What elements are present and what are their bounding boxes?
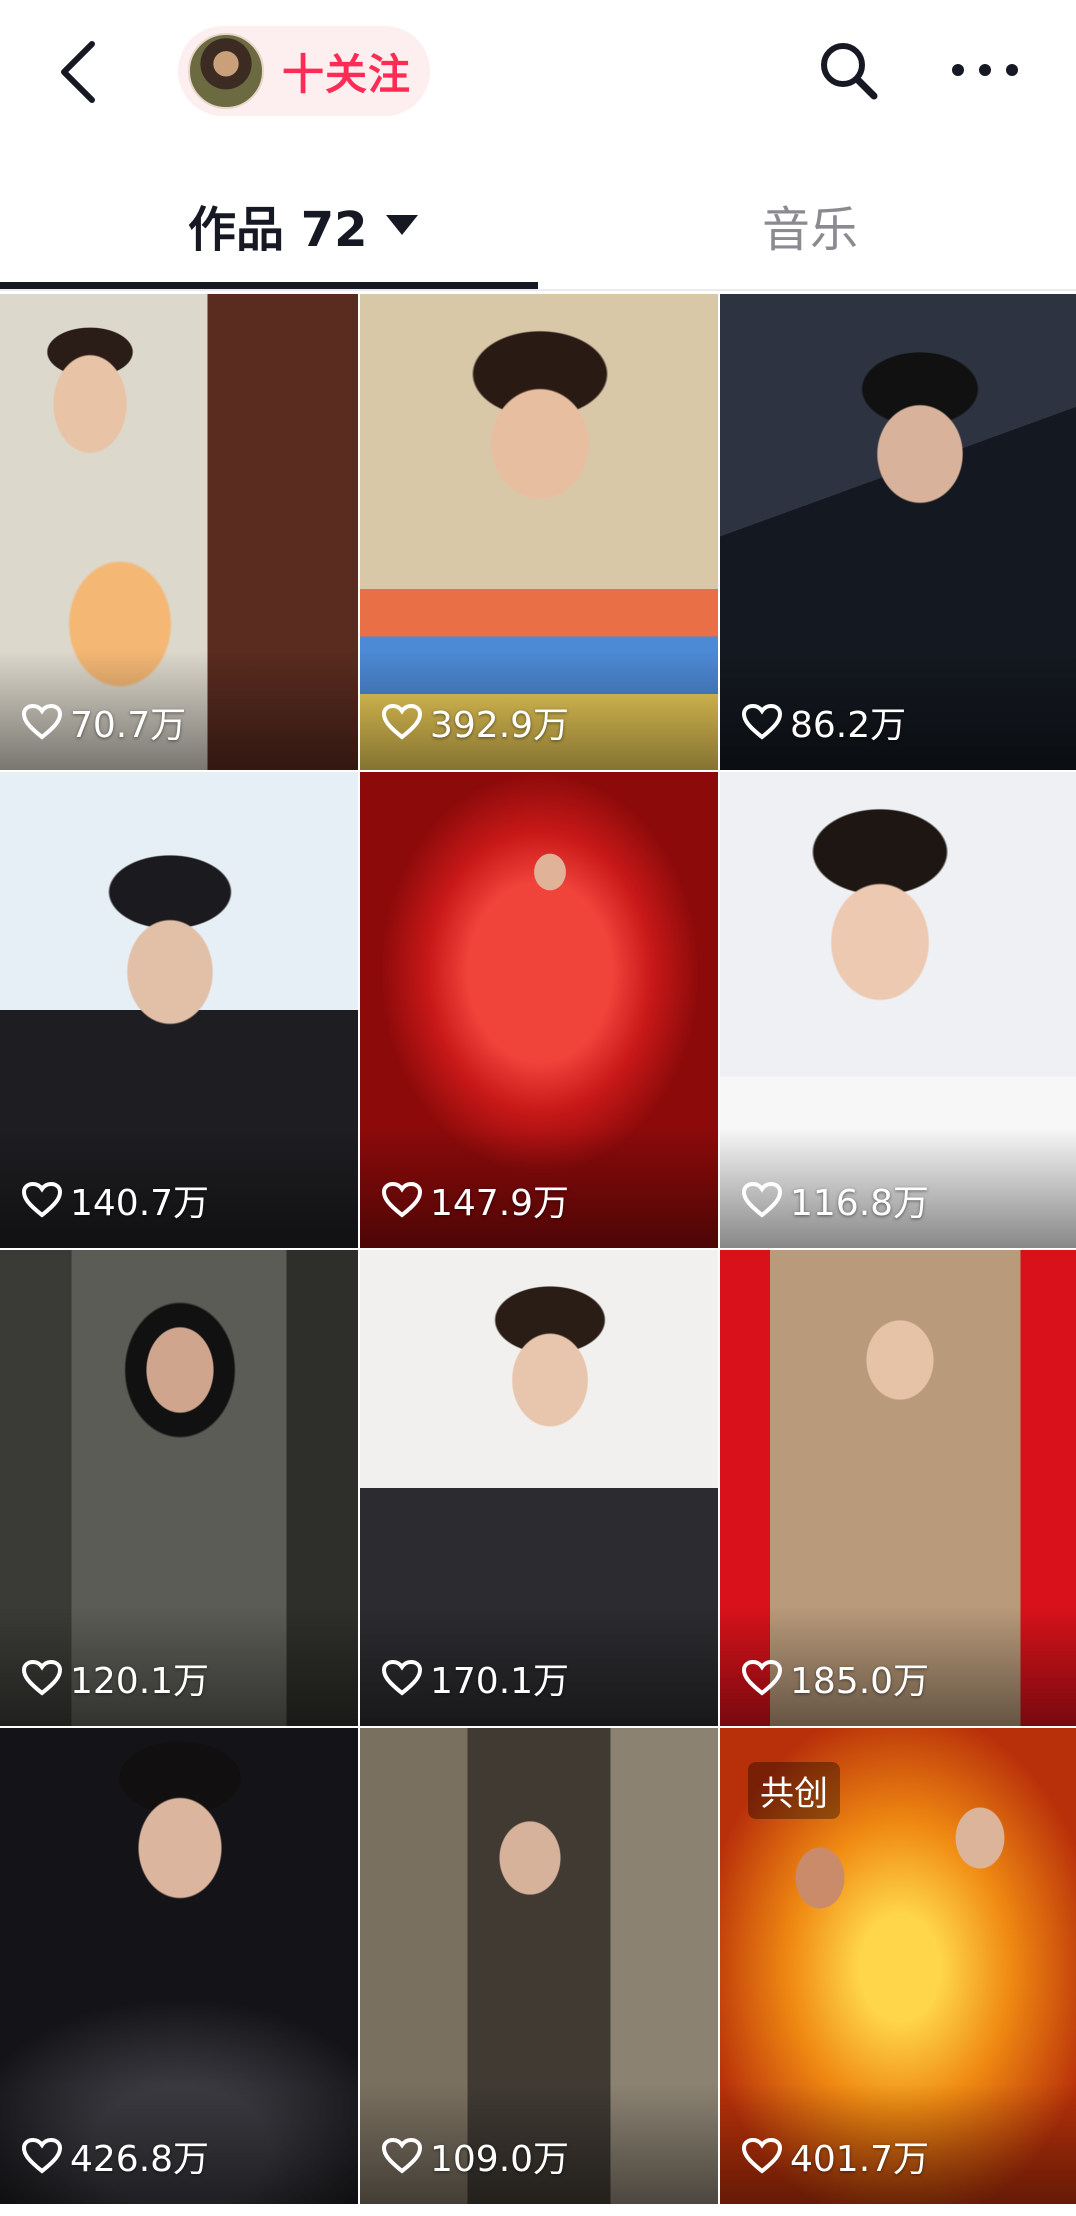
back-chevron-icon	[61, 41, 95, 103]
like-count: 70.7万	[22, 696, 186, 748]
like-count: 185.0万	[742, 1652, 929, 1704]
like-count: 109.0万	[382, 2130, 569, 2182]
search-icon	[821, 43, 878, 100]
heart-icon	[382, 1182, 422, 1218]
like-count: 116.8万	[742, 1174, 929, 1226]
like-count: 86.2万	[742, 696, 906, 748]
tab-works-label: 作品 72	[188, 202, 368, 258]
active-tab-indicator	[0, 282, 538, 289]
video-thumbnail[interactable]: 116.8万	[720, 772, 1076, 1248]
top-bar: 十关注	[0, 0, 1076, 150]
heart-icon	[742, 1660, 782, 1696]
like-count: 140.7万	[22, 1174, 209, 1226]
divider	[0, 289, 1076, 291]
tab-bar: 作品 72 音乐	[0, 150, 1076, 292]
heart-icon	[742, 704, 782, 740]
heart-icon	[742, 1182, 782, 1218]
video-thumbnail[interactable]: 147.9万	[360, 772, 718, 1248]
heart-icon	[382, 704, 422, 740]
video-thumbnail[interactable]: 70.7万	[0, 294, 358, 770]
like-count: 120.1万	[22, 1652, 209, 1704]
heart-icon	[22, 704, 62, 740]
video-thumbnail[interactable]: 共创 401.7万	[720, 1728, 1076, 2204]
like-count: 170.1万	[382, 1652, 569, 1704]
video-thumbnail[interactable]: 86.2万	[720, 294, 1076, 770]
video-grid: 70.7万 392.9万 86.2万 140.7万 147.9万 116.8万 …	[0, 292, 1076, 2216]
heart-icon	[22, 1182, 62, 1218]
heart-icon	[22, 2138, 62, 2174]
video-thumbnail[interactable]: 185.0万	[720, 1250, 1076, 1726]
video-thumbnail[interactable]: 426.8万	[0, 1728, 358, 2204]
video-thumbnail[interactable]: 109.0万	[360, 1728, 718, 2204]
tab-music[interactable]: 音乐	[762, 190, 858, 260]
like-count: 401.7万	[742, 2130, 929, 2182]
follow-label: 十关注	[282, 49, 412, 99]
heart-icon	[742, 2138, 782, 2174]
like-count: 392.9万	[382, 696, 569, 748]
more-button[interactable]	[950, 50, 1020, 90]
video-thumbnail[interactable]: 392.9万	[360, 294, 718, 770]
like-count: 147.9万	[382, 1174, 569, 1226]
video-thumbnail[interactable]: 170.1万	[360, 1250, 718, 1726]
tab-music-label: 音乐	[762, 202, 859, 258]
heart-icon	[382, 1660, 422, 1696]
follow-button[interactable]: 十关注	[178, 26, 430, 116]
more-dots-icon	[952, 64, 1018, 76]
search-button[interactable]	[816, 38, 880, 102]
heart-icon	[22, 1660, 62, 1696]
like-count: 426.8万	[22, 2130, 209, 2182]
caret-down-icon	[385, 215, 418, 235]
video-thumbnail[interactable]: 140.7万	[0, 772, 358, 1248]
heart-icon	[382, 2138, 422, 2174]
back-button[interactable]	[50, 36, 106, 108]
tab-works[interactable]: 作品 72	[188, 190, 418, 260]
video-thumbnail[interactable]: 120.1万	[0, 1250, 358, 1726]
avatar[interactable]	[188, 33, 264, 109]
co-create-badge: 共创	[748, 1762, 840, 1819]
